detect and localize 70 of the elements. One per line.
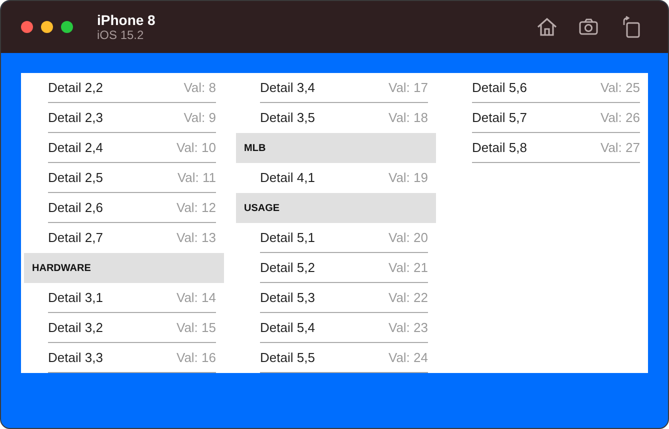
row-value: Val: 22: [388, 288, 428, 307]
row-label: Detail 3,1: [48, 288, 103, 307]
list-row[interactable]: Detail 3,4 Val: 17: [260, 73, 428, 103]
row-label: Detail 2,6: [48, 198, 103, 217]
row-label: Detail 5,7: [472, 108, 527, 127]
row-label: Detail 3,2: [48, 318, 103, 337]
camera-icon[interactable]: [578, 16, 600, 38]
row-label: Detail 3,4: [260, 78, 315, 97]
row-label: Detail 5,5: [260, 348, 315, 367]
home-icon[interactable]: [536, 16, 558, 38]
row-value: Val: 8: [184, 78, 216, 97]
row-value: Val: 16: [176, 348, 216, 367]
list-row[interactable]: Detail 5,4 Val: 23: [260, 313, 428, 343]
row-value: Val: 15: [176, 318, 216, 337]
row-label: Detail 2,7: [48, 229, 103, 248]
row-value: Val: 20: [388, 228, 428, 247]
list-row[interactable]: Detail 2,6 Val: 12: [48, 193, 216, 223]
row-value: Val: 14: [176, 288, 216, 307]
section-header: HARDWARE: [24, 253, 224, 283]
row-label: Detail 2,4: [48, 138, 103, 157]
list-row[interactable]: Detail 5,3 Val: 22: [260, 283, 428, 313]
row-value: Val: 24: [388, 348, 428, 367]
row-label: Detail 5,2: [260, 258, 315, 277]
list-row[interactable]: Detail 2,3 Val: 9: [48, 103, 216, 133]
row-label: Detail 5,4: [260, 318, 315, 337]
row-label: Detail 5,8: [472, 138, 527, 157]
row-value: Val: 12: [176, 198, 216, 217]
row-label: Detail 3,5: [260, 109, 315, 128]
list-row[interactable]: Detail 3,5 Val: 18: [260, 103, 428, 133]
list-row[interactable]: Detail 4,1 Val: 19: [260, 163, 428, 193]
row-value: Val: 23: [388, 318, 428, 337]
row-value: Val: 26: [600, 108, 640, 127]
row-value: Val: 11: [177, 168, 216, 187]
section-header: MLB: [236, 133, 436, 163]
list-row[interactable]: Detail 5,7 Val: 26: [472, 103, 640, 133]
row-value: Val: 17: [388, 78, 428, 97]
list-row[interactable]: Detail 5,8 Val: 27: [472, 133, 640, 163]
row-value: Val: 18: [388, 109, 428, 128]
list-row[interactable]: Detail 2,4 Val: 10: [48, 133, 216, 163]
row-label: Detail 2,5: [48, 168, 103, 187]
row-value: Val: 9: [184, 108, 216, 127]
section-header: USAGE: [236, 193, 436, 223]
list-row[interactable]: Detail 3,3 Val: 16: [48, 343, 216, 373]
row-value: Val: 19: [388, 169, 428, 188]
list-row[interactable]: Detail 5,5 Val: 24: [260, 343, 428, 373]
minimize-button[interactable]: [41, 21, 53, 33]
list-row[interactable]: Detail 5,1 Val: 20: [260, 223, 428, 253]
row-value: Val: 27: [600, 138, 640, 157]
list-row[interactable]: Detail 2,2 Val: 8: [48, 73, 216, 103]
list-row[interactable]: Detail 3,1 Val: 14: [48, 283, 216, 313]
list-row[interactable]: Detail 3,2 Val: 15: [48, 313, 216, 343]
row-label: Detail 3,3: [48, 348, 103, 367]
row-label: Detail 4,1: [260, 169, 315, 188]
row-value: Val: 13: [176, 229, 216, 248]
window-title: iPhone 8: [97, 12, 156, 28]
window-subtitle: iOS 15.2: [97, 28, 145, 42]
list-row[interactable]: Detail 2,7 Val: 13: [48, 223, 216, 253]
row-value: Val: 21: [388, 258, 428, 277]
close-button[interactable]: [21, 21, 33, 33]
row-label: Detail 5,6: [472, 78, 527, 97]
zoom-button[interactable]: [61, 21, 73, 33]
row-label: Detail 5,1: [260, 228, 315, 247]
list-row[interactable]: Detail 5,6 Val: 25: [472, 73, 640, 103]
list-row[interactable]: Detail 2,5 Val: 11: [48, 163, 216, 193]
row-value: Val: 10: [176, 138, 216, 157]
row-label: Detail 2,3: [48, 108, 103, 127]
row-value: Val: 25: [600, 78, 640, 97]
row-label: Detail 2,2: [48, 78, 103, 97]
list-row[interactable]: Detail 5,2 Val: 21: [260, 253, 428, 283]
row-label: Detail 5,3: [260, 288, 315, 307]
